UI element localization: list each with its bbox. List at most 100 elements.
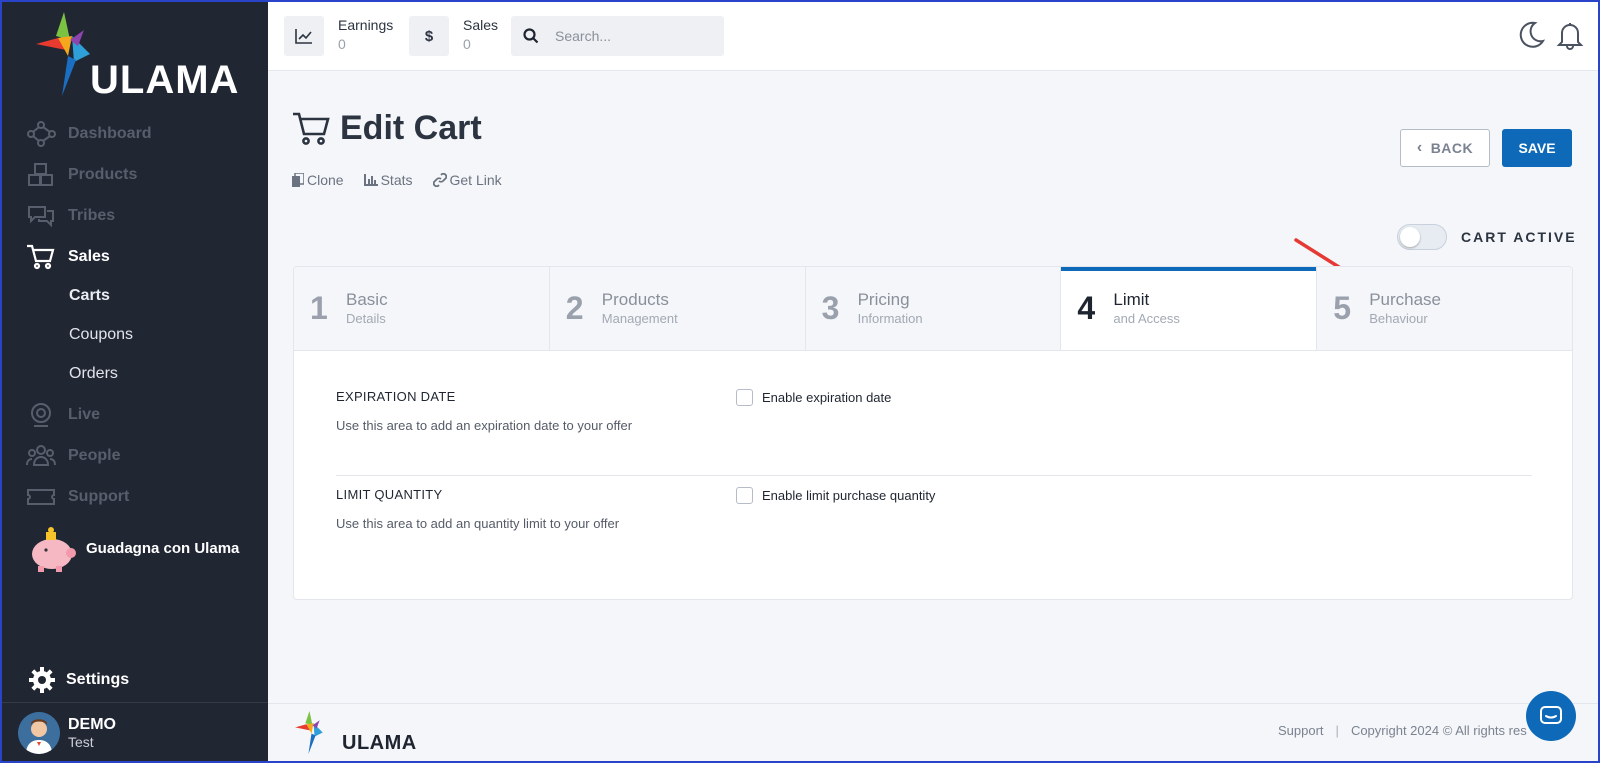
- limit-quantity-section: LIMIT QUANTITY Use this area to add an q…: [336, 487, 1532, 531]
- bird-logo-icon: [295, 711, 323, 754]
- sidebar-item-label: Support: [68, 488, 130, 505]
- earnings-label: Earnings: [338, 17, 394, 33]
- wizard-card: 1 Basic Details 2 Products Management 3 Pr…: [293, 266, 1573, 600]
- step-subtitle: Behaviour: [1369, 310, 1428, 326]
- chat-icon: [1540, 706, 1562, 724]
- dollar-icon: $: [409, 16, 449, 56]
- step-subtitle: Information: [857, 310, 923, 326]
- chat-bubbles-icon: [26, 203, 56, 229]
- boxes-icon: [26, 162, 56, 188]
- sidebar-item-label: Sales: [68, 248, 110, 265]
- step-number: 4: [1077, 290, 1096, 326]
- sidebar-item-label: Dashboard: [68, 125, 152, 142]
- user-profile[interactable]: DEMO Test: [0, 702, 268, 763]
- search-box[interactable]: [511, 16, 724, 56]
- sidebar-subitem-carts[interactable]: Carts: [69, 287, 110, 305]
- step-products[interactable]: 2 Products Management: [549, 267, 806, 350]
- user-subtitle: Test: [68, 734, 94, 750]
- step-title: Purchase: [1369, 289, 1442, 309]
- sidebar: ULAMA Dashboard Products Tribes Sales Ca…: [0, 0, 268, 763]
- support-link[interactable]: Support: [1278, 723, 1324, 738]
- step-number: 1: [310, 290, 328, 326]
- toggle-knob: [1400, 227, 1420, 247]
- moon-icon[interactable]: [1517, 20, 1545, 50]
- earnings-value: 0: [338, 36, 346, 52]
- separator: |: [1335, 723, 1339, 738]
- piggy-bank-icon: [32, 527, 76, 572]
- step-subtitle: Management: [601, 310, 678, 326]
- step-subtitle: Details: [346, 310, 386, 326]
- save-button[interactable]: SAVE: [1502, 129, 1572, 167]
- wizard-steps: 1 Basic Details 2 Products Management 3 Pr…: [294, 267, 1572, 351]
- topbar: Earnings 0 $ Sales 0: [268, 0, 1600, 71]
- expiration-section: EXPIRATION DATE Use this area to add an …: [336, 389, 1532, 433]
- page-actions: Clone Stats Get Link: [292, 172, 522, 188]
- sidebar-item-dashboard[interactable]: Dashboard: [26, 119, 152, 149]
- sidebar-item-people[interactable]: People: [26, 441, 120, 471]
- step-subtitle: and Access: [1113, 310, 1180, 326]
- stats-label: Stats: [380, 172, 413, 188]
- search-input[interactable]: [555, 28, 705, 44]
- sales-value: 0: [463, 36, 471, 52]
- cart-active-toggle-group: CART ACTIVE: [1397, 224, 1577, 250]
- checkbox[interactable]: [736, 389, 753, 406]
- section-description: Use this area to add an expiration date …: [336, 418, 633, 433]
- step-title: Products: [601, 289, 669, 309]
- brand-logo[interactable]: ULAMA: [34, 10, 244, 102]
- section-description: Use this area to add an quantity limit t…: [336, 516, 620, 531]
- get-link-action[interactable]: Get Link: [432, 172, 502, 188]
- chart-line-icon: [284, 16, 324, 56]
- footer-logo: ULAMA: [292, 710, 416, 756]
- step-pricing[interactable]: 3 Pricing Information: [805, 267, 1062, 350]
- sales-stat[interactable]: $ Sales 0: [409, 16, 498, 56]
- sidebar-item-support[interactable]: Support: [26, 482, 129, 512]
- promo-label: Guadagna con Ulama: [86, 539, 240, 557]
- webcam-icon: [26, 402, 56, 428]
- sidebar-item-sales[interactable]: Sales: [26, 242, 110, 272]
- footer: ULAMA Support | Copyright 2024 © All right…: [268, 703, 1600, 763]
- chevron-left-icon: ‹: [1416, 139, 1423, 156]
- step-title: Basic: [346, 289, 388, 309]
- promo-earn-with-ulama[interactable]: Guadagna con Ulama: [26, 522, 239, 574]
- step-title: Limit: [1113, 289, 1150, 309]
- sidebar-item-tribes[interactable]: Tribes: [26, 201, 115, 231]
- network-icon: [26, 121, 56, 147]
- sidebar-subitem-orders[interactable]: Orders: [69, 365, 118, 383]
- step-number: 2: [565, 290, 584, 326]
- step-limit[interactable]: 4 Limit and Access: [1061, 267, 1318, 350]
- cart-icon: [293, 112, 330, 145]
- earnings-stat[interactable]: Earnings 0: [284, 16, 393, 56]
- chat-launcher-button[interactable]: [1526, 691, 1576, 741]
- back-label: BACK: [1430, 140, 1474, 156]
- clone-action[interactable]: Clone: [292, 172, 344, 188]
- step-number: 5: [1333, 290, 1351, 326]
- step-basic[interactable]: 1 Basic Details: [294, 267, 550, 350]
- cart-active-toggle[interactable]: [1397, 224, 1447, 250]
- step-title: Pricing: [857, 289, 910, 309]
- sidebar-subitem-coupons[interactable]: Coupons: [69, 326, 133, 344]
- enable-expiration-checkbox[interactable]: Enable expiration date: [736, 389, 891, 406]
- sidebar-item-settings[interactable]: Settings: [28, 666, 129, 694]
- ticket-icon: [26, 484, 56, 510]
- sidebar-item-live[interactable]: Live: [26, 400, 100, 430]
- people-icon: [26, 443, 56, 469]
- copyright-text: Copyright 2024 © All rights res: [1350, 723, 1527, 738]
- footer-brand-name: ULAMA: [342, 732, 417, 754]
- checkbox-label: Enable expiration date: [762, 390, 892, 405]
- brand-name: ULAMA: [90, 58, 240, 102]
- enable-limit-quantity-checkbox[interactable]: Enable limit purchase quantity: [736, 487, 935, 504]
- sidebar-item-label: Live: [68, 406, 101, 423]
- get-link-label: Get Link: [449, 172, 502, 188]
- step-number: 3: [821, 290, 840, 326]
- back-button[interactable]: ‹ BACK: [1400, 129, 1490, 167]
- step-purchase[interactable]: 5 Purchase Behaviour: [1317, 267, 1572, 350]
- checkbox[interactable]: [736, 487, 753, 504]
- sidebar-item-products[interactable]: Products: [26, 160, 137, 190]
- sidebar-item-label: People: [68, 447, 121, 464]
- section-title: EXPIRATION DATE: [336, 389, 456, 404]
- link-icon: [432, 173, 447, 187]
- user-name: DEMO: [68, 716, 116, 733]
- stats-action[interactable]: Stats: [363, 172, 413, 188]
- sidebar-item-label: Products: [68, 166, 138, 183]
- bell-icon[interactable]: [1556, 20, 1584, 50]
